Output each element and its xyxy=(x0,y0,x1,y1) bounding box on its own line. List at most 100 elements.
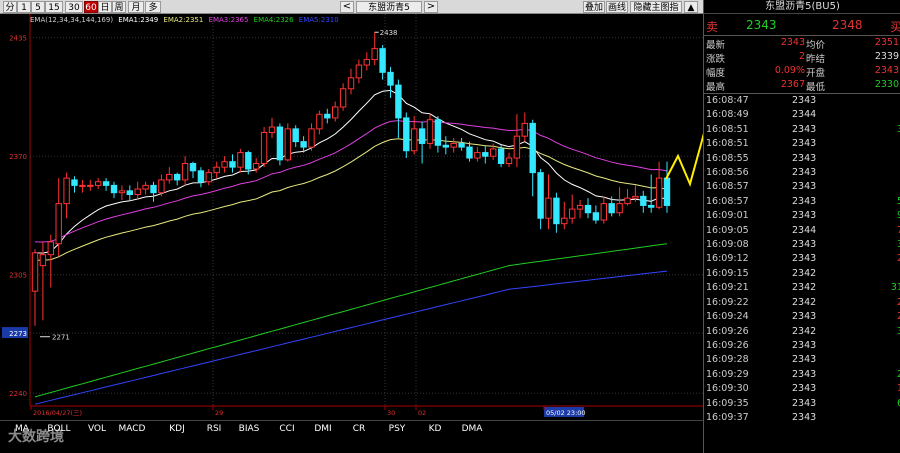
period-button-1[interactable]: 1 xyxy=(17,1,31,13)
tick-price: 2344 xyxy=(792,109,817,121)
tick-row: 16:09:22 2342 2 xyxy=(704,296,900,310)
tick-price: 2343 xyxy=(792,181,817,193)
ema5-line xyxy=(34,270,668,405)
candle-body xyxy=(260,132,268,165)
indicator-tab-macd[interactable]: MACD xyxy=(115,423,149,435)
projection-arrow xyxy=(665,133,703,188)
stat-row: 涨跌 2 昨结 2339 xyxy=(704,51,900,65)
tick-time: 16:09:29 xyxy=(706,368,749,380)
candle-body xyxy=(418,128,426,144)
candle-body xyxy=(253,163,260,170)
candle-body xyxy=(600,203,607,221)
candle-body xyxy=(268,126,276,134)
period-button-0[interactable]: 分 xyxy=(3,1,17,13)
tick-price: 2344 xyxy=(792,224,817,236)
period-button-5[interactable]: 60 xyxy=(84,1,98,13)
candle-body xyxy=(339,88,347,108)
candle-body xyxy=(39,254,47,267)
toolbar-button-3[interactable]: ▲ xyxy=(684,1,698,13)
candle-body xyxy=(31,252,39,292)
candle-body xyxy=(521,122,528,137)
tick-time: 16:08:49 xyxy=(706,109,749,121)
period-button-7[interactable]: 周 xyxy=(112,1,126,13)
candle-body xyxy=(379,48,386,73)
candle-body xyxy=(363,59,371,66)
previous-symbol-button[interactable]: < xyxy=(340,1,354,13)
period-button-4[interactable]: 30 xyxy=(65,1,83,13)
tick-row: 16:09:24 2343 2 xyxy=(704,310,900,324)
indicator-tab-bias[interactable]: BIAS xyxy=(232,423,266,435)
candle-body xyxy=(608,203,615,214)
tick-volume: 31 xyxy=(890,282,900,294)
tick-price: 2343 xyxy=(792,354,817,366)
tick-row: 16:09:08 2343 3 xyxy=(704,238,900,252)
candle-body xyxy=(529,122,536,174)
stat-value: 0.09% xyxy=(774,65,805,76)
candle-body xyxy=(158,179,165,194)
tick-time: 16:09:30 xyxy=(706,383,749,395)
tick-row: 16:09:28 2343 - xyxy=(704,353,900,367)
next-symbol-button[interactable]: > xyxy=(424,1,438,13)
indicator-tab-dmi[interactable]: DMI xyxy=(306,423,340,435)
low-annotation: 2271 xyxy=(52,334,70,342)
tick-time: 16:09:37 xyxy=(706,411,749,423)
candle-body xyxy=(395,84,402,119)
bid-ask-row: 卖 2343 2348 买 xyxy=(704,14,900,36)
candle-body xyxy=(505,157,513,165)
indicator-tab-kdj[interactable]: KDJ xyxy=(160,423,194,435)
candle-body xyxy=(300,141,307,148)
period-button-8[interactable]: 月 xyxy=(128,1,144,13)
candle-body xyxy=(276,126,284,161)
tick-time: 16:08:55 xyxy=(706,152,749,164)
candle-body xyxy=(308,128,315,148)
indicator-tab-dma[interactable]: DMA xyxy=(455,423,489,435)
stat-value: 2367 xyxy=(780,79,805,90)
tick-row: 16:09:26 2342 3 xyxy=(704,325,900,339)
toolbar-button-1[interactable]: 画线 xyxy=(606,1,628,13)
period-button-2[interactable]: 5 xyxy=(31,1,45,13)
indicator-tab-cr[interactable]: CR xyxy=(342,423,376,435)
toolbar-button-0[interactable]: 叠加 xyxy=(583,1,605,13)
period-button-6[interactable]: 日 xyxy=(98,1,112,13)
tick-price: 2343 xyxy=(792,123,817,135)
tick-time: 16:08:57 xyxy=(706,181,749,193)
candlestick-chart[interactable]: 2435 2370 2305 2273 2240 2016/04/27(三) 29 30 02 0… xyxy=(0,14,703,420)
ema4-line xyxy=(34,243,668,398)
toolbar-button-2[interactable]: 隐藏主图指标 xyxy=(630,1,682,25)
indicator-tab-cci[interactable]: CCI xyxy=(270,423,304,435)
candle-body xyxy=(79,184,86,187)
candle-body xyxy=(640,195,647,206)
watermark-logo: 大数跨境 xyxy=(8,429,64,445)
indicator-tab-psy[interactable]: PSY xyxy=(380,423,414,435)
candle-body xyxy=(110,184,118,194)
legend-ema1: EMA1:2349 xyxy=(118,16,159,24)
tick-row: 16:09:12 2343 2 xyxy=(704,252,900,266)
candle-body xyxy=(95,181,102,186)
candle-body xyxy=(181,163,189,181)
indicator-tab-rsi[interactable]: RSI xyxy=(197,423,231,435)
ema3-line xyxy=(34,120,668,243)
quote-title: 东盟沥青5(BU5) xyxy=(704,0,900,14)
ema-legend: EMA(12,34,34,144,169) EMA1:2349 EMA2:235… xyxy=(30,16,342,24)
candle-body xyxy=(466,146,473,159)
tick-row: 16:08:55 2343 - xyxy=(704,152,900,166)
legend-ema5: EMA5:2310 xyxy=(298,16,339,24)
indicator-tab-kd[interactable]: KD xyxy=(418,423,452,435)
indicator-tab-vol[interactable]: VOL xyxy=(80,423,114,435)
tick-row: 16:08:56 2343 - xyxy=(704,166,900,180)
tick-price: 2342 xyxy=(792,282,817,294)
candle-body xyxy=(474,152,481,159)
period-button-9[interactable]: 多 xyxy=(145,1,161,13)
period-button-3[interactable]: 15 xyxy=(45,1,63,13)
x-tick-label: 05/02 23:00 xyxy=(546,409,586,417)
symbol-title[interactable]: 东盟沥青5 xyxy=(356,1,422,13)
candle-body xyxy=(576,204,584,210)
tick-time: 16:09:15 xyxy=(706,267,749,279)
candle-body xyxy=(347,77,355,90)
tick-price: 2342 xyxy=(792,267,817,279)
stat-row: 最新 2343 均价 2351 xyxy=(704,37,900,51)
quote-panel: 东盟沥青5(BU5) 卖 2343 2348 买 最新 2343 均价 2351… xyxy=(703,0,900,453)
ema1-line xyxy=(34,89,668,254)
tick-list[interactable]: 16:08:47 2343 16:08:49 2344 -16:08:51 23… xyxy=(704,93,900,425)
candle-body xyxy=(237,152,244,168)
